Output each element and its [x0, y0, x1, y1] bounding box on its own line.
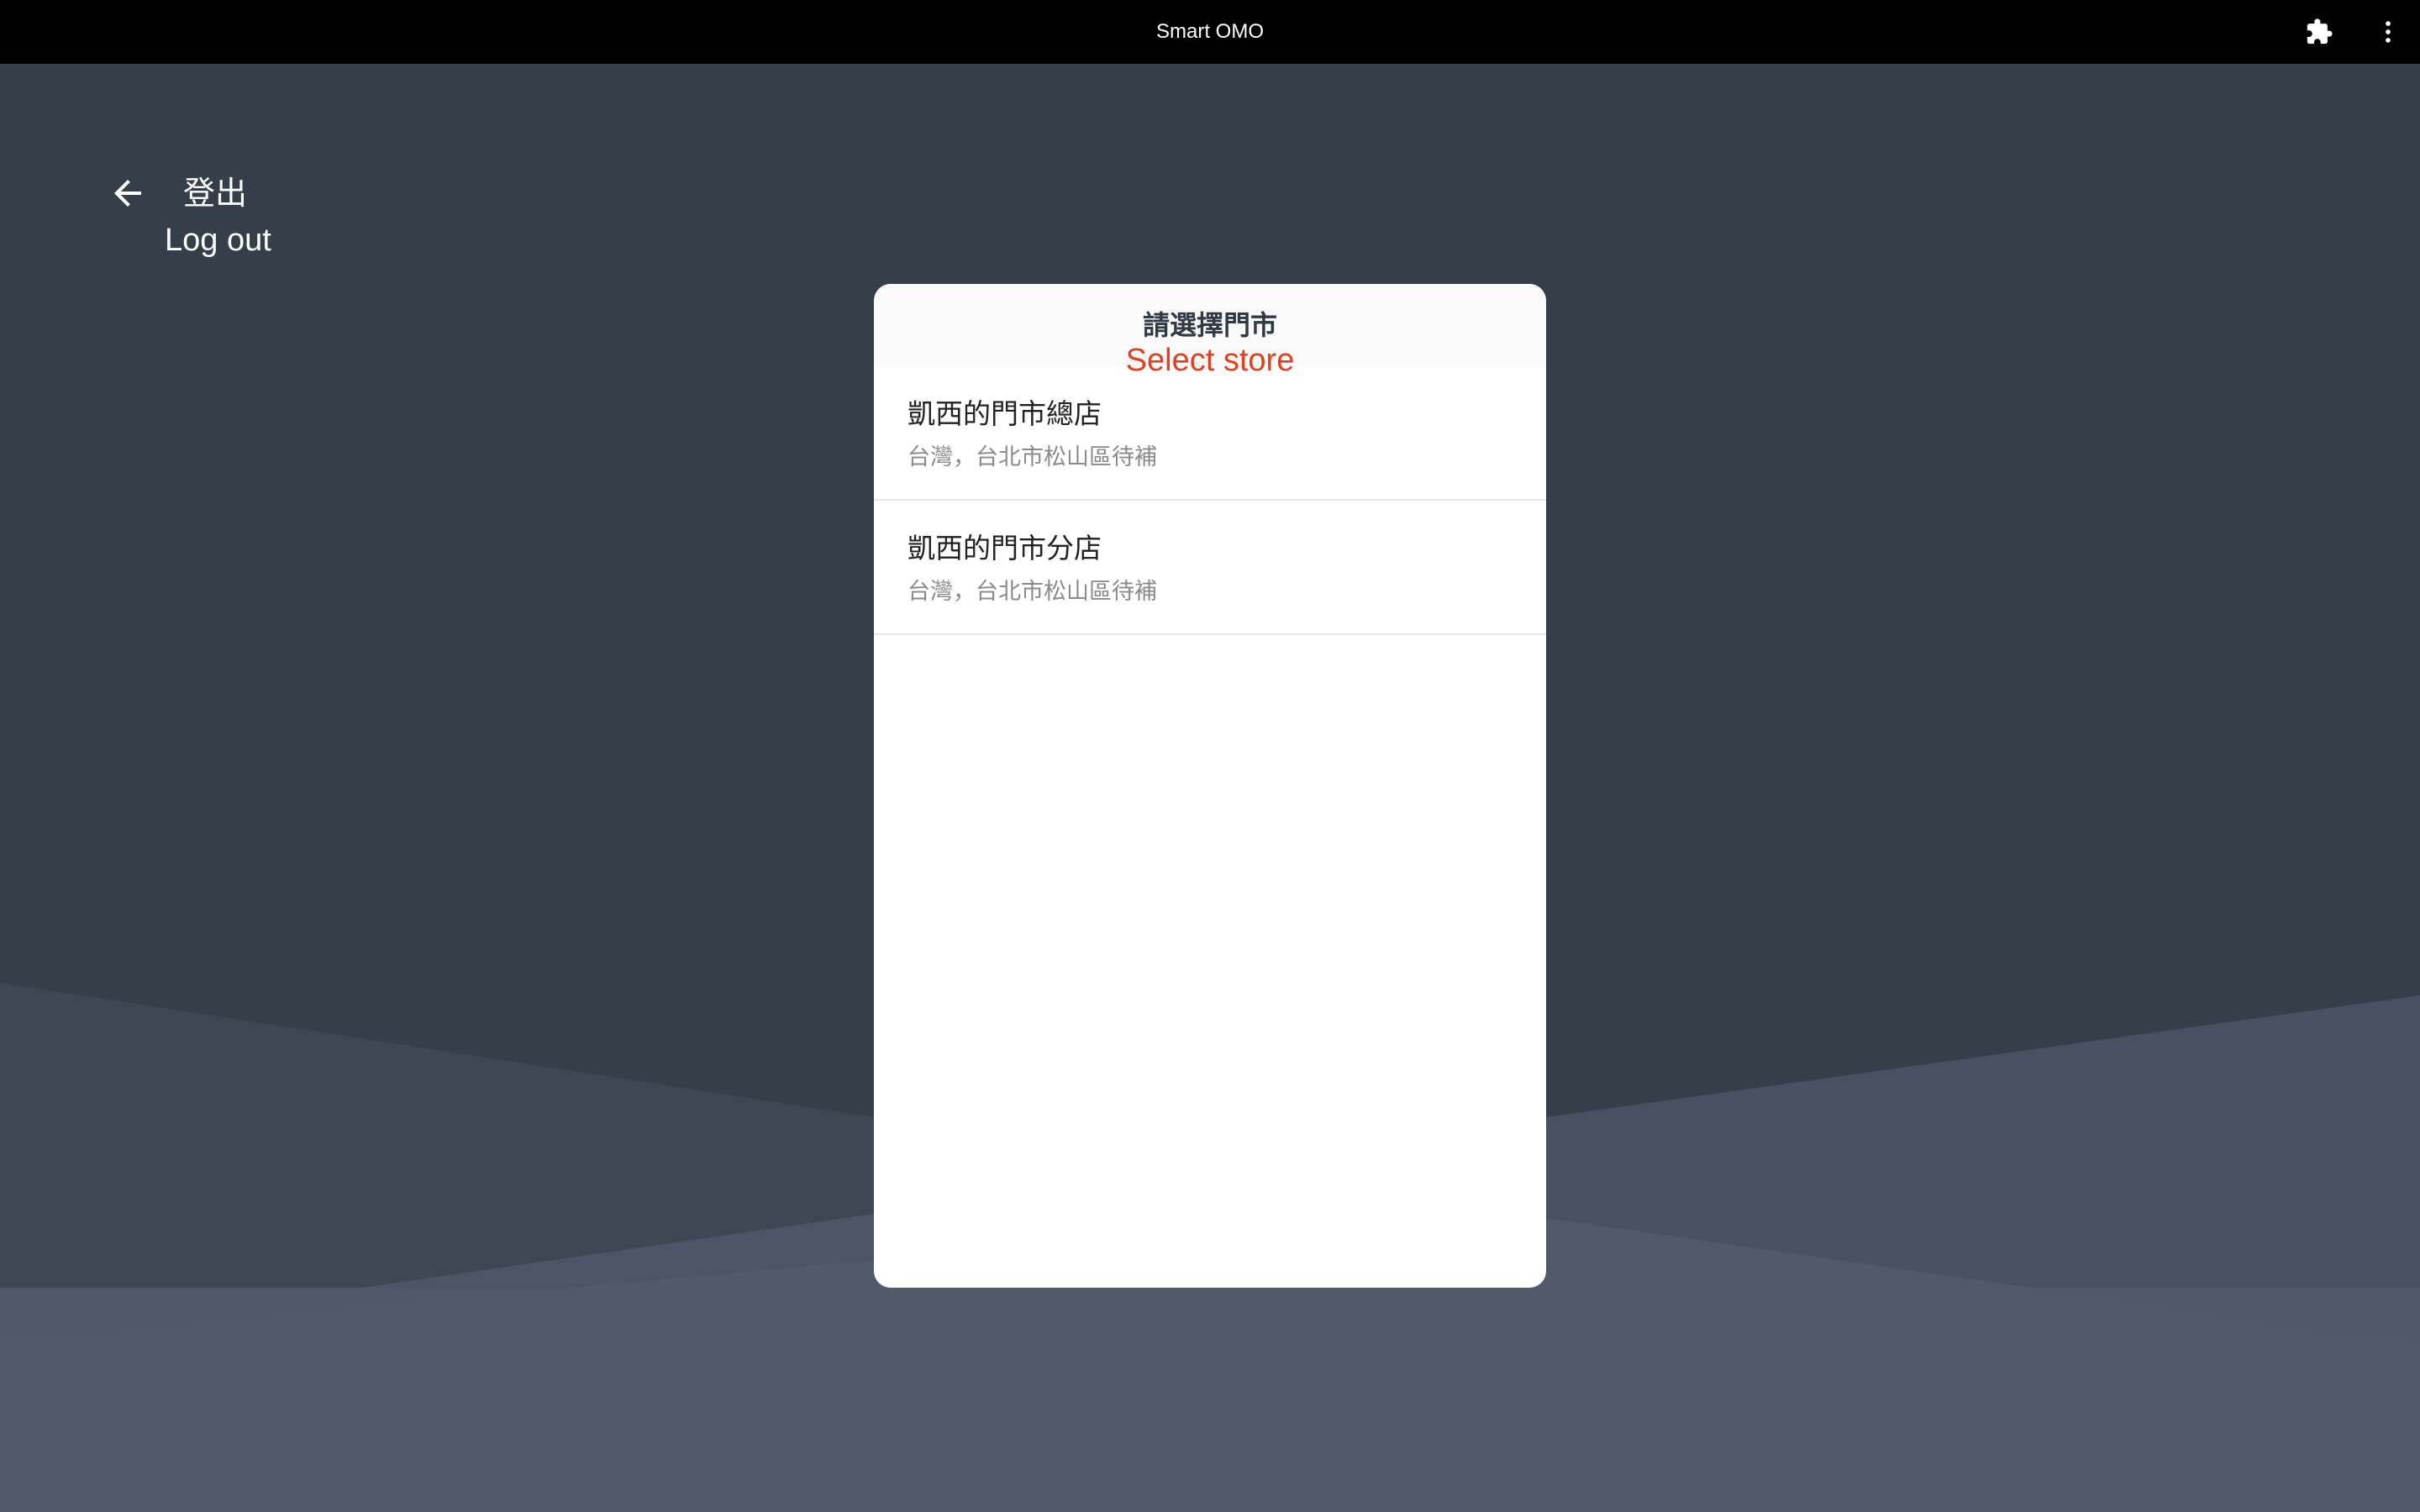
- extensions-button[interactable]: [2299, 12, 2339, 52]
- store-name: 凱西的門市分店: [908, 532, 1102, 564]
- puzzle-icon: [2307, 18, 2333, 45]
- store-name: 凱西的門市總店: [908, 397, 1102, 430]
- store-address: 台灣，台北市松山區待補: [908, 579, 1157, 605]
- logout-label-en: Log out: [165, 223, 271, 258]
- more-vert-icon: [2386, 21, 2391, 43]
- store-address: 台灣，台北市松山區待補: [908, 444, 1157, 470]
- logout-button[interactable]: 登出 Log out: [101, 165, 286, 265]
- arrow-left-icon: [114, 180, 141, 207]
- select-store-dialog: 請選擇門市 Select store 凱西的門市總店 台灣，台北市松山區待補 凱…: [874, 284, 1546, 1288]
- dialog-header: 請選擇門市 Select store: [874, 284, 1546, 378]
- app-title: Smart OMO: [1155, 20, 1264, 43]
- app-titlebar: Smart OMO: [0, 0, 2420, 64]
- more-menu-button[interactable]: [2368, 12, 2408, 52]
- dialog-title: 請選擇門市: [1142, 309, 1277, 341]
- store-list-item[interactable]: 凱西的門市分店 台灣，台北市松山區待補: [874, 501, 1546, 635]
- store-list-item[interactable]: 凱西的門市總店 台灣，台北市松山區待補: [874, 366, 1546, 501]
- logout-label-zh: 登出: [183, 175, 248, 212]
- store-list: 凱西的門市總店 台灣，台北市松山區待補 凱西的門市分店 台灣，台北市松山區待補: [874, 366, 1546, 635]
